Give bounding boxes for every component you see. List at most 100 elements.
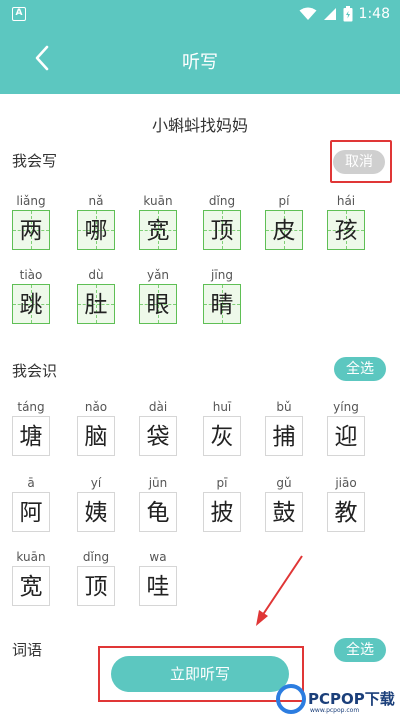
app-notification-icon: A — [12, 7, 26, 21]
char-box[interactable]: 捕 — [265, 416, 303, 456]
read-char-cell[interactable]: jiāo 教 — [323, 476, 369, 532]
char-box[interactable]: 鼓 — [265, 492, 303, 532]
read-char-cell[interactable]: táng 塘 — [8, 400, 54, 456]
char-box[interactable]: 教 — [327, 492, 365, 532]
watermark-text: PCPOP下载 — [308, 690, 395, 708]
char-box[interactable]: 眼 — [139, 284, 177, 324]
write-char-cell[interactable]: yǎn 眼 — [135, 268, 181, 324]
pinyin-label: hái — [336, 194, 356, 208]
write-char-cell[interactable]: tiào 跳 — [8, 268, 54, 324]
read-char-cell[interactable]: wa 哇 — [135, 550, 181, 606]
char-box[interactable]: 肚 — [77, 284, 115, 324]
char-text: 教 — [334, 500, 358, 526]
char-box[interactable]: 阿 — [12, 492, 50, 532]
char-text: 披 — [210, 500, 234, 526]
pinyin-label: huī — [212, 400, 232, 414]
write-char-cell[interactable]: jīng 睛 — [199, 268, 245, 324]
pinyin-label: dǐng — [82, 550, 110, 564]
char-box[interactable]: 孩 — [327, 210, 365, 250]
char-text: 脑 — [84, 424, 108, 450]
read-char-cell[interactable]: ā阿 — [8, 476, 54, 532]
char-box[interactable]: 宽 — [12, 566, 50, 606]
read-char-cell[interactable]: dài 袋 — [135, 400, 181, 456]
pinyin-label: liǎng — [16, 194, 46, 208]
char-box[interactable]: 袋 — [139, 416, 177, 456]
char-text: 顶 — [210, 218, 234, 244]
read-char-cell[interactable]: jūn 龟 — [135, 476, 181, 532]
char-text: 捕 — [272, 424, 296, 450]
pinyin-label: pí — [278, 194, 290, 208]
lesson-title: 小蝌蚪找妈妈 — [151, 116, 248, 135]
write-char-cell[interactable]: pí 皮 — [261, 194, 307, 250]
watermark-ring-icon — [276, 684, 306, 714]
char-text: 顶 — [84, 574, 108, 600]
char-box[interactable]: 姨 — [77, 492, 115, 532]
char-box[interactable]: 睛 — [203, 284, 241, 324]
char-text: 龟 — [146, 500, 170, 526]
char-text: 跳 — [19, 292, 43, 318]
char-text: 袋 — [146, 424, 170, 450]
pinyin-label: kuān — [143, 194, 173, 208]
pinyin-label: tiào — [19, 268, 43, 282]
read-char-cell[interactable]: bǔ 捕 — [261, 400, 307, 456]
read-char-cell[interactable]: pī 披 — [199, 476, 245, 532]
write-char-cell[interactable]: dù 肚 — [73, 268, 119, 324]
char-box[interactable]: 龟 — [139, 492, 177, 532]
write-char-cell[interactable]: kuān 宽 — [135, 194, 181, 250]
char-text: 哇 — [146, 574, 170, 600]
page-title: 听写 — [182, 52, 218, 73]
pinyin-label: jīng — [211, 268, 233, 282]
write-char-cell[interactable]: hái 孩 — [323, 194, 369, 250]
char-box[interactable]: 哪 — [77, 210, 115, 250]
char-box[interactable]: 脑 — [77, 416, 115, 456]
cancel-button[interactable]: 取消 — [333, 150, 385, 174]
start-dictation-button[interactable]: 立即听写 — [111, 656, 289, 692]
char-box[interactable]: 顶 — [77, 566, 115, 606]
char-box[interactable]: 顶 — [203, 210, 241, 250]
write-char-cell[interactable]: nǎ 哪 — [73, 194, 119, 250]
battery-icon — [343, 6, 353, 22]
pinyin-label: yí — [90, 476, 102, 490]
char-text: 阿 — [19, 500, 43, 526]
read-char-cell[interactable]: huī 灰 — [199, 400, 245, 456]
section-title-write: 我会写 — [12, 152, 58, 170]
pinyin-label: nǎ — [88, 194, 104, 208]
pinyin-label: dù — [88, 268, 104, 282]
char-box[interactable]: 哇 — [139, 566, 177, 606]
char-text: 宽 — [19, 574, 43, 600]
char-box[interactable]: 宽 — [139, 210, 177, 250]
char-box[interactable]: 塘 — [12, 416, 50, 456]
read-char-cell[interactable]: dǐng 顶 — [73, 550, 119, 606]
pinyin-label: ā — [27, 476, 35, 490]
annotation-arrow-icon — [256, 555, 303, 626]
char-text: 迎 — [334, 424, 358, 450]
read-char-cell[interactable]: kuān 宽 — [8, 550, 54, 606]
status-time: 1:48 — [358, 6, 390, 22]
pinyin-label: táng — [17, 400, 45, 414]
char-box[interactable]: 两 — [12, 210, 50, 250]
char-text: 塘 — [19, 424, 43, 450]
write-char-cell[interactable]: dǐng 顶 — [199, 194, 245, 250]
read-char-cell[interactable]: nǎo 脑 — [73, 400, 119, 456]
char-box[interactable]: 灰 — [203, 416, 241, 456]
wifi-icon — [299, 7, 317, 20]
pinyin-label: dài — [148, 400, 168, 414]
char-box[interactable]: 迎 — [327, 416, 365, 456]
select-all-button[interactable]: 全选 — [334, 357, 386, 381]
pinyin-label: dǐng — [208, 194, 236, 208]
char-text: 睛 — [210, 292, 234, 318]
pinyin-label: nǎo — [84, 400, 108, 414]
watermark-subtext: www.pcpop.com — [310, 707, 360, 714]
char-text: 皮 — [272, 218, 296, 244]
read-char-cell[interactable]: yí 姨 — [73, 476, 119, 532]
char-box[interactable]: 披 — [203, 492, 241, 532]
char-text: 姨 — [84, 500, 108, 526]
char-text: 灰 — [210, 424, 234, 450]
read-char-cell[interactable]: gǔ 鼓 — [261, 476, 307, 532]
char-box[interactable]: 皮 — [265, 210, 303, 250]
select-all-words-button[interactable]: 全选 — [334, 638, 386, 662]
write-char-cell[interactable]: liǎng 两 — [8, 194, 54, 250]
read-char-cell[interactable]: yíng 迎 — [323, 400, 369, 456]
char-text: 鼓 — [272, 500, 296, 526]
char-box[interactable]: 跳 — [12, 284, 50, 324]
